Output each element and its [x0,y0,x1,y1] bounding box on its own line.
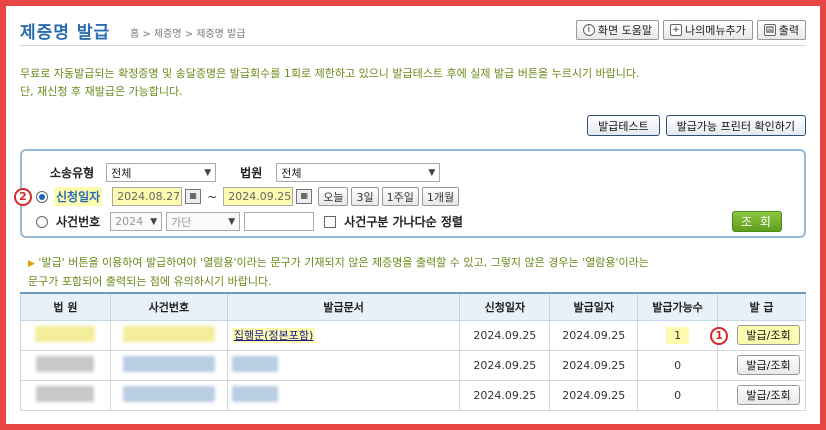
apply-date-cell: 2024.09.25 [459,379,551,411]
printer-icon: ▤ [763,24,776,36]
case-year-value: 2024 [115,215,144,228]
issue-test-button[interactable]: 발급테스트 [587,115,660,136]
page-title: 제증명 발급 [20,23,111,43]
calendar-icon[interactable]: ▦ [185,189,202,204]
col-apply-date: 신청일자 [459,292,551,321]
issue-info-line1: '발급' 버튼을 이용하여 발급하여야 '열람용'이라는 문구가 기재되지 않은… [38,256,649,269]
case-number-radio[interactable] [36,215,48,228]
lawsuit-type-label: 소송유형 [50,166,95,180]
col-issue-date: 발급일자 [549,292,639,321]
case-kind-select[interactable]: 가단 ▼ [166,212,241,231]
chevron-down-icon: ▼ [428,167,436,178]
printer-check-button[interactable]: 발급가능 프린터 확인하기 [665,115,806,136]
table-row: 2024.09.25 2024.09.25 0 발급/조회 [20,349,806,381]
date-range-separator: ~ [207,189,218,204]
apply-date-label: 신청일자 [54,187,103,206]
case-number-cell-masked [122,325,215,342]
add-my-menu-button[interactable]: + 나의메뉴추가 [663,20,753,40]
quick-today-button[interactable]: 오늘 [318,187,349,206]
issuable-count-cell: 0 [637,349,719,381]
case-number-label: 사건번호 [56,215,101,229]
page-header: 제증명 발급 홈 > 제증명 > 제증명 발급 i 화면 도움말 + 나의메뉴추… [20,18,806,46]
chevron-down-icon: ▼ [228,216,236,227]
print-button-label: 출력 [778,24,799,37]
calendar-icon[interactable]: ▦ [296,189,313,204]
col-issuable-count: 발급가능수 [637,292,719,321]
quick-1week-button[interactable]: 1주일 [381,187,419,206]
table-header-row: 법 원 사건번호 발급문서 신청일자 발급일자 발급가능수 발 급 [20,292,806,321]
issuable-count-cell: 0 [637,379,719,411]
add-my-menu-label: 나의메뉴추가 [685,24,746,37]
sort-label: 사건구분 가나다순 정렬 [344,215,463,229]
date-from-input[interactable]: 2024.08.27 [112,187,183,206]
sort-checkbox[interactable] [324,215,337,228]
step-2-marker: 2 [14,187,32,206]
date-to-input[interactable]: 2024.09.25 [223,187,294,206]
col-document: 발급문서 [226,292,461,321]
case-number-cell-masked [122,355,215,372]
case-kind-value: 가단 [171,215,192,229]
court-cell-masked [35,325,96,342]
print-button[interactable]: ▤ 출력 [756,20,806,40]
issuable-count-cell: 1 [666,326,690,344]
search-panel: 소송유형 전체 ▼ 법원 전체 ▼ 2 신청일자 2024.08.27 ▦ ~ … [14,149,806,238]
search-button[interactable]: 조 회 [732,211,782,232]
court-cell-masked [36,355,95,372]
issue-date-cell: 2024.09.25 [549,319,639,351]
issue-view-button[interactable]: 발급/조회 [737,355,800,375]
case-year-select[interactable]: 2024 ▼ [110,212,163,231]
bullet-arrow-icon: ▶ [28,259,35,269]
table-row: 2024.09.25 2024.09.25 0 발급/조회 [20,379,806,411]
issue-date-cell: 2024.09.25 [549,379,639,411]
issue-date-cell: 2024.09.25 [549,349,639,381]
col-case-number: 사건번호 [109,292,228,321]
info-icon: i [582,24,595,36]
case-serial-input[interactable] [244,212,315,231]
bookmark-add-icon: + [670,24,683,36]
date-radio[interactable] [36,190,48,203]
issue-notice: 무료로 자동발급되는 확정증명 및 송달증명은 발급회수를 1회로 제한하고 있… [20,65,800,101]
page-frame: 제증명 발급 홈 > 제증명 > 제증명 발급 i 화면 도움말 + 나의메뉴추… [6,6,820,424]
document-cell-masked [231,385,278,402]
court-select[interactable]: 전체 ▼ [276,163,441,182]
chevron-down-icon: ▼ [150,216,158,227]
help-button-label: 화면 도움말 [597,24,653,37]
apply-date-cell: 2024.09.25 [459,319,551,351]
issue-view-button[interactable]: 발급/조회 [737,385,800,405]
issue-notice-line1: 무료로 자동발급되는 확정증명 및 송달증명은 발급회수를 1회로 제한하고 있… [20,67,640,80]
issue-view-button[interactable]: 발급/조회 [737,325,800,345]
lawsuit-type-select[interactable]: 전체 ▼ [106,163,217,182]
issue-info-line2: 문구가 포함되어 출력되는 점에 유의하시기 바랍니다. [28,275,272,288]
certificate-table: 법 원 사건번호 발급문서 신청일자 발급일자 발급가능수 발 급 집행문(정본… [20,292,806,411]
case-number-cell-masked [122,385,215,402]
document-link[interactable]: 집행문(정본포함) [231,328,316,343]
document-cell-masked [231,355,278,372]
table-row: 집행문(정본포함) 2024.09.25 2024.09.25 1 1 발급/조… [20,319,806,351]
breadcrumb: 홈 > 제증명 > 제증명 발급 [130,29,246,40]
col-court: 법 원 [20,292,111,321]
quick-3days-button[interactable]: 3일 [351,187,379,206]
col-issue: 발 급 [717,292,806,321]
court-label: 법원 [240,166,263,180]
lawsuit-type-value: 전체 [111,166,132,180]
issue-info: ▶ '발급' 버튼을 이용하여 발급하여야 '열람용'이라는 문구가 기재되지 … [28,254,798,291]
quick-1month-button[interactable]: 1개월 [421,187,460,206]
court-value: 전체 [281,166,302,180]
chevron-down-icon: ▼ [204,167,212,178]
step-1-marker: 1 [710,326,729,345]
issue-notice-line2: 단, 재신청 후 재발급은 가능합니다. [20,85,183,98]
help-button[interactable]: i 화면 도움말 [575,20,660,40]
court-cell-masked [36,385,95,402]
apply-date-cell: 2024.09.25 [459,349,551,381]
